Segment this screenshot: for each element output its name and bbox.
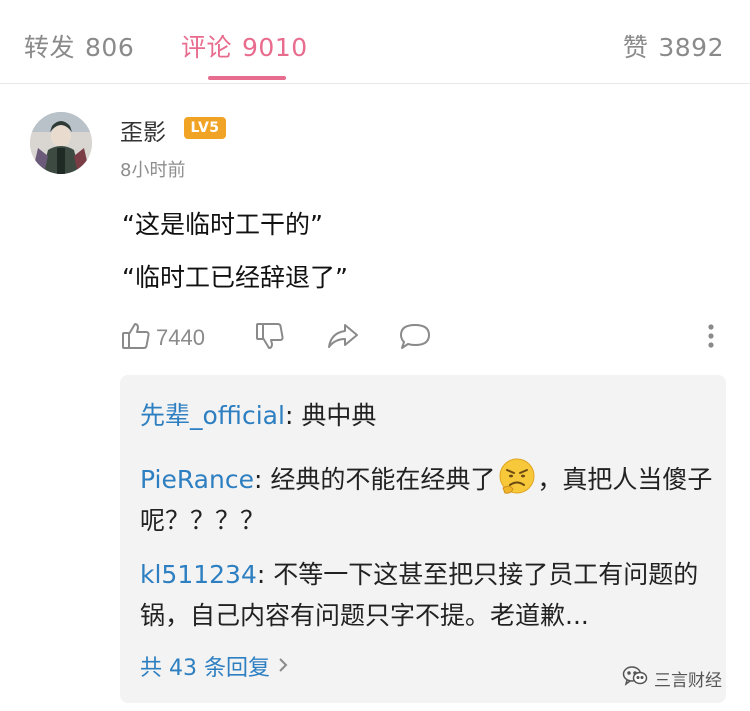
dislike-button[interactable] <box>254 318 286 358</box>
wechat-icon <box>622 665 648 691</box>
level-badge: LV5 <box>184 117 226 139</box>
thumbs-up-icon <box>120 320 152 356</box>
comment-actions: 7440 <box>120 318 730 358</box>
timestamp: 8小时前 <box>120 160 186 181</box>
tab-bar: 转发 806 评论 9010 赞 3892 <box>0 0 750 84</box>
tab-comments-count: 9010 <box>242 33 308 62</box>
avatar[interactable] <box>30 112 92 174</box>
frowning-thinking-emoji-icon <box>497 458 537 496</box>
more-options-button[interactable] <box>705 318 717 358</box>
speech-bubble-icon <box>398 320 432 356</box>
username[interactable]: 歪影 <box>120 113 166 147</box>
view-all-replies-link[interactable]: 共 43 条回复 <box>140 650 288 682</box>
tab-repost[interactable]: 转发 806 <box>24 28 134 64</box>
like-count: 7440 <box>156 325 205 350</box>
reply-item[interactable]: PieRance: 经典的不能在经典了 ，真把人当傻子呢？？？？ <box>140 458 715 541</box>
vertical-ellipsis-icon <box>705 320 717 356</box>
chevron-right-icon <box>278 654 288 679</box>
reply-item[interactable]: 先辈_official: 典中典 <box>140 395 715 436</box>
share-button[interactable] <box>326 318 360 358</box>
view-replies-label: 共 43 条回复 <box>140 656 270 681</box>
tab-likes[interactable]: 赞 3892 <box>623 28 724 64</box>
like-button[interactable]: 7440 <box>120 318 205 358</box>
reply-separator: : <box>256 560 274 589</box>
tab-comments-label: 评论 <box>181 33 233 62</box>
comment-text-line: “这是临时工干的” <box>122 210 323 239</box>
reply-text: 典中典 <box>301 401 377 430</box>
tab-likes-label: 赞 <box>622 33 649 62</box>
watermark: 三言财经 <box>622 665 722 691</box>
tab-repost-label: 转发 <box>24 33 76 62</box>
active-tab-indicator <box>208 76 286 80</box>
reply-separator: : <box>253 465 271 494</box>
reply-author[interactable]: 先辈_official <box>140 401 285 430</box>
share-arrow-icon <box>326 320 360 356</box>
comment-text-line: “临时工已经辞退了” <box>122 263 348 292</box>
thumbs-down-icon <box>254 320 286 356</box>
reply-button[interactable] <box>398 318 432 358</box>
tab-comments[interactable]: 评论 9010 <box>181 28 308 64</box>
watermark-text: 三言财经 <box>654 670 722 691</box>
reply-author[interactable]: PieRance <box>140 465 254 494</box>
reply-text: 经典的不能在经典了 <box>270 465 496 494</box>
tab-repost-count: 806 <box>85 33 135 62</box>
replies-box: 先辈_official: 典中典 PieRance: 经典的不能在经典了 ，真把… <box>120 375 726 703</box>
reply-item[interactable]: kl511234: 不等一下这甚至把只接了员工有问题的锅，自己内容有问题只字不提… <box>140 554 715 636</box>
reply-separator: : <box>284 401 302 430</box>
tab-likes-count: 3892 <box>658 33 724 62</box>
reply-author[interactable]: kl511234 <box>140 560 257 589</box>
